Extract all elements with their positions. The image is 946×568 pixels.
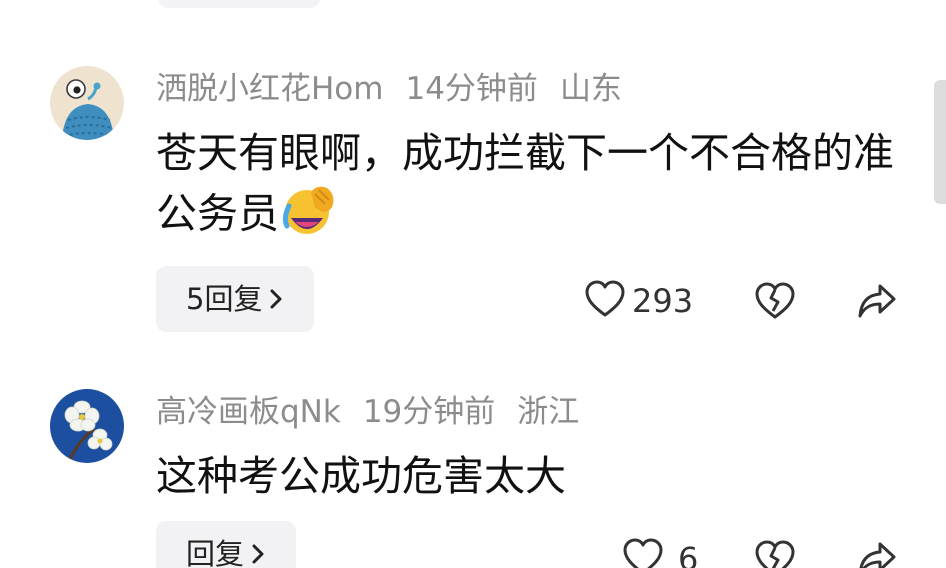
- heart-outline-icon: [585, 280, 625, 317]
- username[interactable]: 高冷画板qNk: [156, 394, 341, 430]
- comment-meta: 高冷画板qNk 19分钟前 浙江: [156, 392, 579, 432]
- avatar[interactable]: [50, 389, 124, 463]
- heart-outline-icon: [623, 538, 663, 568]
- timestamp: 19分钟前: [362, 394, 496, 430]
- comment-text-block: 苍天有眼啊，成功拦截下一个不合格的准公务员: [156, 124, 896, 251]
- comment-text: 苍天有眼啊，成功拦截下一个不合格的准公务员: [156, 129, 894, 238]
- username[interactable]: 洒脱小红花Hom: [156, 71, 383, 107]
- broken-heart-icon: [755, 282, 795, 319]
- broken-heart-icon: [755, 540, 795, 568]
- dislike-button[interactable]: [754, 539, 796, 568]
- comment-feed: 洒脱小红花Hom 14分钟前 山东 苍天有眼啊，成功拦截下一个不合格的准公务员 5回…: [0, 0, 946, 568]
- previous-reply-button-stub[interactable]: [158, 0, 320, 8]
- comment-meta: 洒脱小红花Hom 14分钟前 山东: [156, 69, 622, 109]
- alien-avatar-icon: [50, 66, 124, 140]
- scrollbar[interactable]: [934, 80, 946, 204]
- dislike-button[interactable]: [754, 281, 796, 325]
- avatar[interactable]: [50, 66, 124, 140]
- white-flower-avatar-icon: [50, 389, 124, 463]
- share-button[interactable]: [856, 539, 898, 568]
- location: 浙江: [517, 394, 580, 430]
- laughing-crying-emoji-icon: [281, 182, 337, 251]
- like-button[interactable]: 6: [622, 537, 698, 568]
- comment-actions: 293: [0, 271, 946, 331]
- share-arrow-icon: [859, 542, 896, 568]
- comment-text: 这种考公成功危害太大: [156, 452, 566, 500]
- share-arrow-icon: [858, 284, 896, 318]
- like-count: 6: [678, 540, 699, 568]
- location: 山东: [559, 71, 622, 107]
- like-button[interactable]: 293: [584, 279, 693, 323]
- share-button[interactable]: [856, 281, 898, 325]
- timestamp: 14分钟前: [405, 71, 538, 107]
- comment-text-block: 这种考公成功危害太大: [156, 447, 896, 505]
- like-count: 293: [632, 282, 694, 320]
- comment-actions: 6: [0, 529, 946, 568]
